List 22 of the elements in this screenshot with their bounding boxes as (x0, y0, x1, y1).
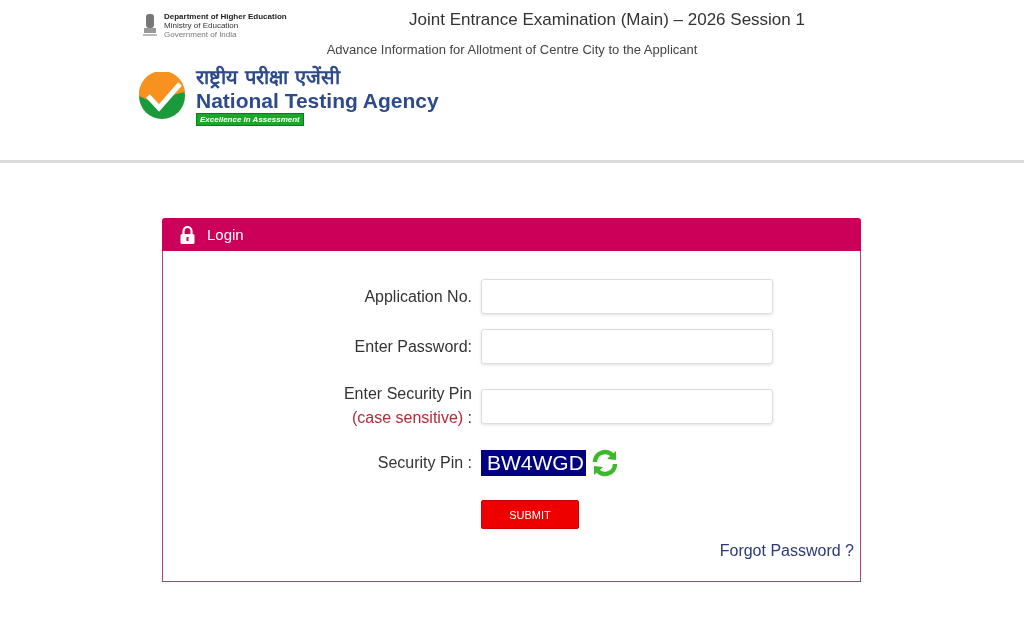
exam-title: Joint Entrance Examination (Main) – 2026 Session 1 (409, 10, 805, 30)
lock-icon (180, 225, 195, 244)
input-field[interactable] (481, 329, 773, 364)
submit-button[interactable]: SUBMIT (481, 500, 579, 529)
government-name: Government of India (164, 30, 238, 39)
login-title: Login (207, 226, 244, 243)
field-label: Enter Security Pin (case sensitive) : (342, 384, 472, 428)
input-field[interactable] (481, 279, 773, 314)
agency-tagline: Excellence in Assessment (196, 113, 304, 126)
agency-name: National Testing Agency (196, 89, 439, 113)
field-label: Application No. (363, 286, 472, 307)
emblem-icon (142, 12, 158, 38)
field-label: Enter Password: (353, 336, 472, 357)
ministry-name: Ministry of Education (164, 21, 240, 30)
input-field[interactable] (481, 388, 773, 424)
department-name: Department of Higher Education (164, 12, 287, 21)
agency-name-hindi: राष्ट्रीय परीक्षा एजेंसी (196, 65, 340, 89)
page-subtitle: Advance Information for Allotment of Centre City to the Applicant (326, 42, 698, 57)
logo-icon (138, 71, 186, 120)
forgot-password-link[interactable]: Forgot Password ? (719, 542, 854, 560)
captcha-pin: BW4WGD (481, 450, 586, 476)
pin-label: Security Pin : (376, 453, 472, 473)
